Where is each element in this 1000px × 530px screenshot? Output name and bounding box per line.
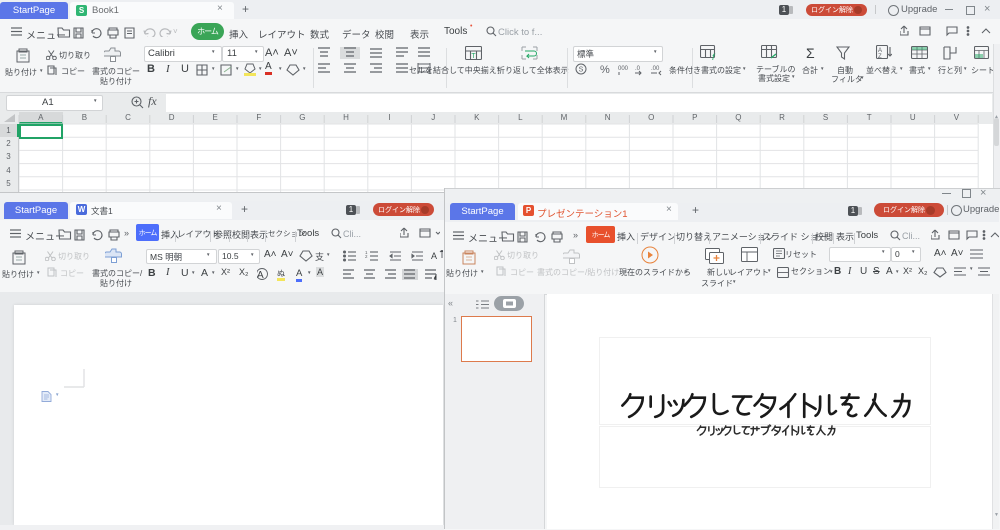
svg-text:Z: Z bbox=[878, 54, 882, 60]
svg-text:A: A bbox=[431, 251, 437, 261]
svg-text:T: T bbox=[471, 53, 476, 60]
svg-text:S: S bbox=[579, 67, 584, 74]
svg-text:.0: .0 bbox=[635, 66, 641, 72]
svg-text:.00: .00 bbox=[651, 66, 660, 72]
svg-text:A: A bbox=[257, 270, 264, 280]
svg-text:2: 2 bbox=[365, 254, 368, 259]
svg-text:000: 000 bbox=[618, 66, 629, 72]
svg-text:%: % bbox=[600, 64, 610, 76]
svg-text:f: f bbox=[712, 52, 716, 61]
